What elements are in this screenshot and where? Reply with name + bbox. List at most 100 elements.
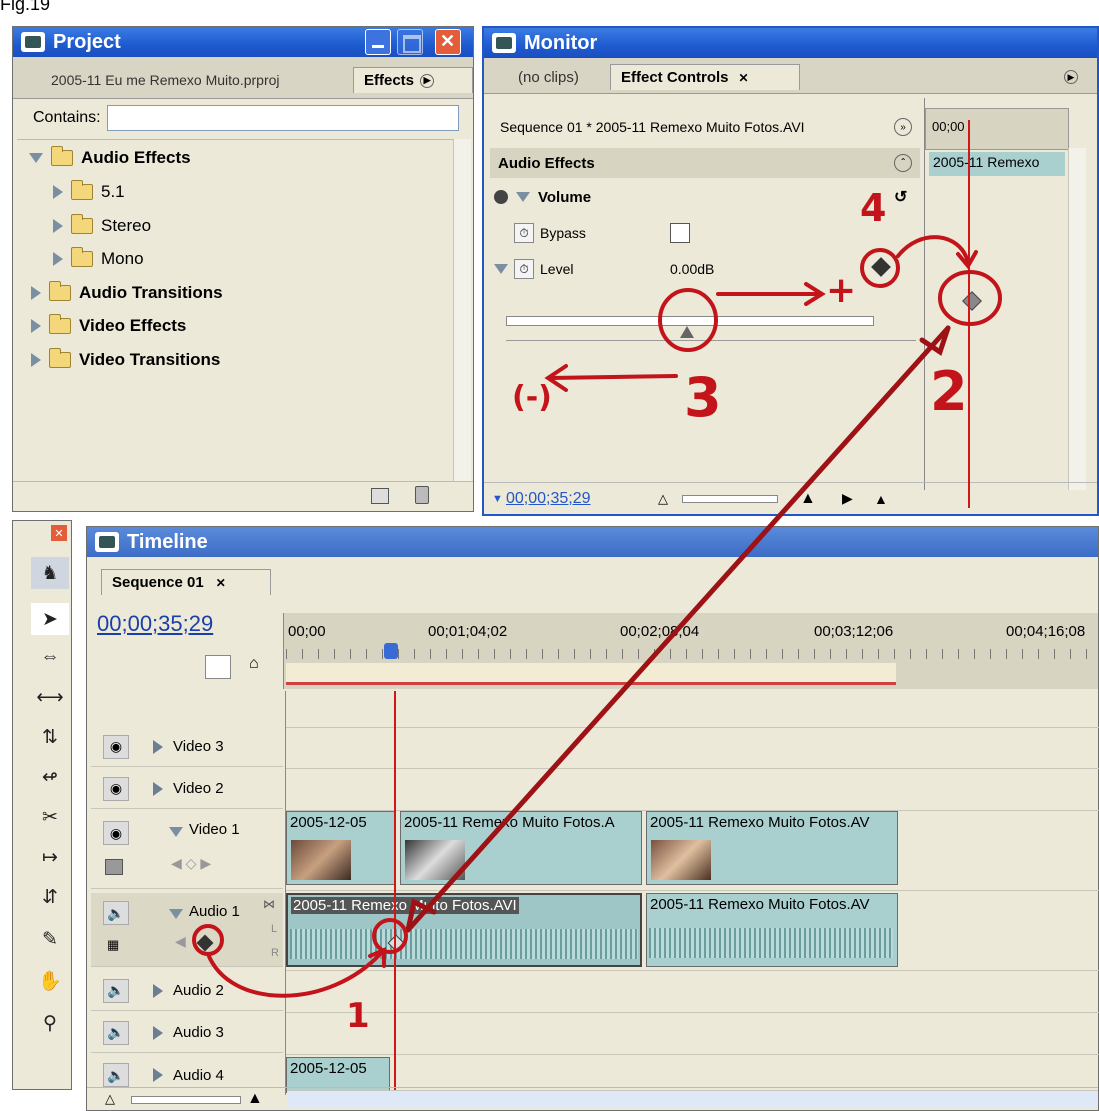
clip-audio-1-b[interactable]: 2005-11 Remexo Muito Fotos.AV (646, 893, 898, 967)
expand-chevron-icon[interactable] (153, 1068, 163, 1082)
zoom-tool-icon[interactable]: ⚲ (31, 1007, 69, 1039)
tab-effects[interactable]: Effects ▶ (353, 67, 473, 93)
level-slider-thumb[interactable] (680, 326, 694, 338)
track-header-video-2[interactable]: ◉ Video 2 (91, 769, 283, 809)
keyframe-nav-icon[interactable]: ◀ ◇ ▶ (171, 855, 211, 872)
tree-item-mono[interactable]: Mono (53, 247, 144, 269)
clip-audio-1-a[interactable]: 2005-11 Remexo Muito Fotos.AVI (286, 893, 642, 967)
add-keyframe-icon[interactable] (196, 934, 214, 952)
reset-icon[interactable]: ↺ (894, 187, 907, 207)
stopwatch-icon[interactable]: ⏱ (514, 259, 534, 279)
expand-chevron-icon[interactable] (494, 264, 508, 274)
snap-icon[interactable] (205, 655, 231, 679)
minimize-button[interactable] (365, 29, 391, 55)
track-header-audio-2[interactable]: 🔈 Audio 2 (91, 971, 283, 1011)
playhead-handle-icon[interactable] (384, 643, 398, 659)
display-style-icon[interactable] (105, 859, 123, 875)
timeline-scrollbar[interactable] (287, 1090, 1098, 1108)
expand-chevron-icon[interactable] (53, 252, 63, 266)
slide-tool-icon[interactable]: ⇵ (31, 881, 69, 913)
track-header-video-1[interactable]: ◉ Video 1 ◀ ◇ ▶ (91, 811, 283, 889)
mini-clip[interactable]: 2005-11 Remexo (929, 152, 1065, 176)
level-slider[interactable] (506, 316, 874, 326)
waveform-icon[interactable]: ▦ (107, 937, 119, 953)
monitor-timecode[interactable]: 00;00;35;29 (506, 490, 591, 508)
zoom-out-icon[interactable]: △ (105, 1091, 115, 1107)
set-marker-icon[interactable]: ⌂ (249, 655, 259, 673)
expand-chevron-icon[interactable] (153, 983, 163, 998)
expand-chevron-icon[interactable] (29, 153, 43, 163)
play-audio-icon[interactable]: ▶ (842, 490, 853, 507)
clip-video-1-a[interactable]: 2005-12-05 (286, 811, 396, 885)
collapse-arrows-icon[interactable]: ˆ (894, 154, 912, 172)
eye-icon[interactable]: ◉ (103, 821, 129, 845)
speaker-icon[interactable]: 🔈 (103, 1020, 129, 1045)
expand-chevron-icon[interactable] (153, 739, 163, 754)
eye-icon[interactable]: ◉ (103, 734, 129, 759)
contains-input[interactable] (106, 105, 459, 131)
export-icon[interactable]: ▲ (874, 491, 888, 507)
expand-chevron-icon[interactable] (153, 781, 163, 796)
expand-chevron-icon[interactable] (153, 1025, 163, 1040)
expand-chevron-icon[interactable] (53, 219, 63, 233)
hand-tool-icon[interactable]: ✋ (31, 965, 69, 997)
expand-chevron-icon[interactable] (31, 319, 41, 333)
tools-close-icon[interactable]: ✕ (51, 525, 67, 541)
close-button[interactable] (435, 29, 461, 55)
mini-scrollbar[interactable] (1068, 148, 1086, 490)
rate-stretch-tool-icon[interactable]: ↫ (31, 761, 69, 793)
panel-menu-icon[interactable]: ▶ (1064, 70, 1078, 84)
zoom-slider[interactable] (131, 1096, 241, 1104)
tab-close-icon[interactable]: ✕ (216, 576, 226, 590)
bypass-checkbox[interactable] (670, 223, 690, 243)
track-header-audio-3[interactable]: 🔈 Audio 3 (91, 1013, 283, 1053)
track-header-video-3[interactable]: ◉ Video 3 (91, 727, 283, 767)
maximize-button[interactable] (397, 29, 423, 55)
tree-item-stereo[interactable]: Stereo (53, 214, 151, 236)
speaker-icon[interactable]: 🔈 (103, 978, 129, 1003)
level-value[interactable]: 0.00dB (670, 261, 714, 277)
trash-icon[interactable] (415, 486, 429, 504)
selection-tool-icon[interactable]: ➤ (31, 603, 69, 635)
track-header-audio-1[interactable]: 🔈 Audio 1 ▦ ◀ ⋈ L R (91, 893, 283, 967)
add-keyframe-icon[interactable] (871, 257, 891, 277)
ripple-edit-tool-icon[interactable]: ⟷ (31, 681, 69, 713)
tab-effect-controls[interactable]: Effect Controls ✕ (610, 64, 800, 90)
eye-icon[interactable]: ◉ (103, 776, 129, 801)
expand-arrows-icon[interactable]: » (894, 118, 912, 136)
clip-video-1-b[interactable]: 2005-11 Remexo Muito Fotos.A (400, 811, 642, 885)
new-bin-icon[interactable] (371, 488, 389, 504)
mini-ruler[interactable]: 00;00 (925, 108, 1069, 150)
tree-item-audio-effects[interactable]: Audio Effects (29, 146, 191, 168)
tree-item-5-1[interactable]: 5.1 (53, 180, 125, 202)
mute-icon[interactable]: ⋈ (263, 897, 275, 911)
keyframe-nav-icon[interactable]: ◀ (175, 933, 186, 950)
slip-tool-icon[interactable]: ↦ (31, 841, 69, 873)
project-titlebar[interactable]: Project (13, 27, 473, 57)
zoom-in-icon[interactable]: ▲ (800, 490, 816, 508)
zoom-in-icon[interactable]: ▲ (247, 1090, 263, 1108)
monitor-titlebar[interactable]: Monitor (484, 28, 1097, 58)
tab-sequence-01[interactable]: Sequence 01 ✕ (101, 569, 271, 595)
tab-no-clips[interactable]: (no clips) (508, 64, 589, 90)
mini-keyframe-icon[interactable] (962, 291, 982, 311)
speaker-icon[interactable]: 🔈 (103, 1063, 129, 1087)
rolling-edit-tool-icon[interactable]: ⇅ (31, 721, 69, 753)
tab-project-file[interactable]: 2005-11 Eu me Remexo Muito.prproj (41, 67, 290, 93)
zoom-slider[interactable] (682, 495, 778, 503)
work-area-bar[interactable] (286, 663, 896, 685)
timeline-titlebar[interactable]: Timeline (87, 527, 1098, 557)
speaker-icon[interactable]: 🔈 (103, 901, 129, 925)
expand-chevron-icon[interactable] (53, 185, 63, 199)
tree-item-video-effects[interactable]: Video Effects (31, 314, 186, 336)
track-select-tool-icon[interactable]: ⇔ (31, 641, 69, 673)
expand-chevron-icon[interactable] (31, 353, 41, 367)
effects-scrollbar[interactable] (453, 139, 471, 481)
tab-close-icon[interactable]: ✕ (739, 71, 749, 85)
timeline-timecode[interactable]: 00;00;35;29 (97, 611, 213, 637)
clip-video-1-c[interactable]: 2005-11 Remexo Muito Fotos.AV (646, 811, 898, 885)
pen-tool-icon[interactable]: ✎ (31, 923, 69, 955)
zoom-out-icon[interactable]: △ (658, 491, 668, 507)
expand-chevron-icon[interactable] (31, 286, 41, 300)
tree-item-audio-transitions[interactable]: Audio Transitions (31, 281, 223, 303)
